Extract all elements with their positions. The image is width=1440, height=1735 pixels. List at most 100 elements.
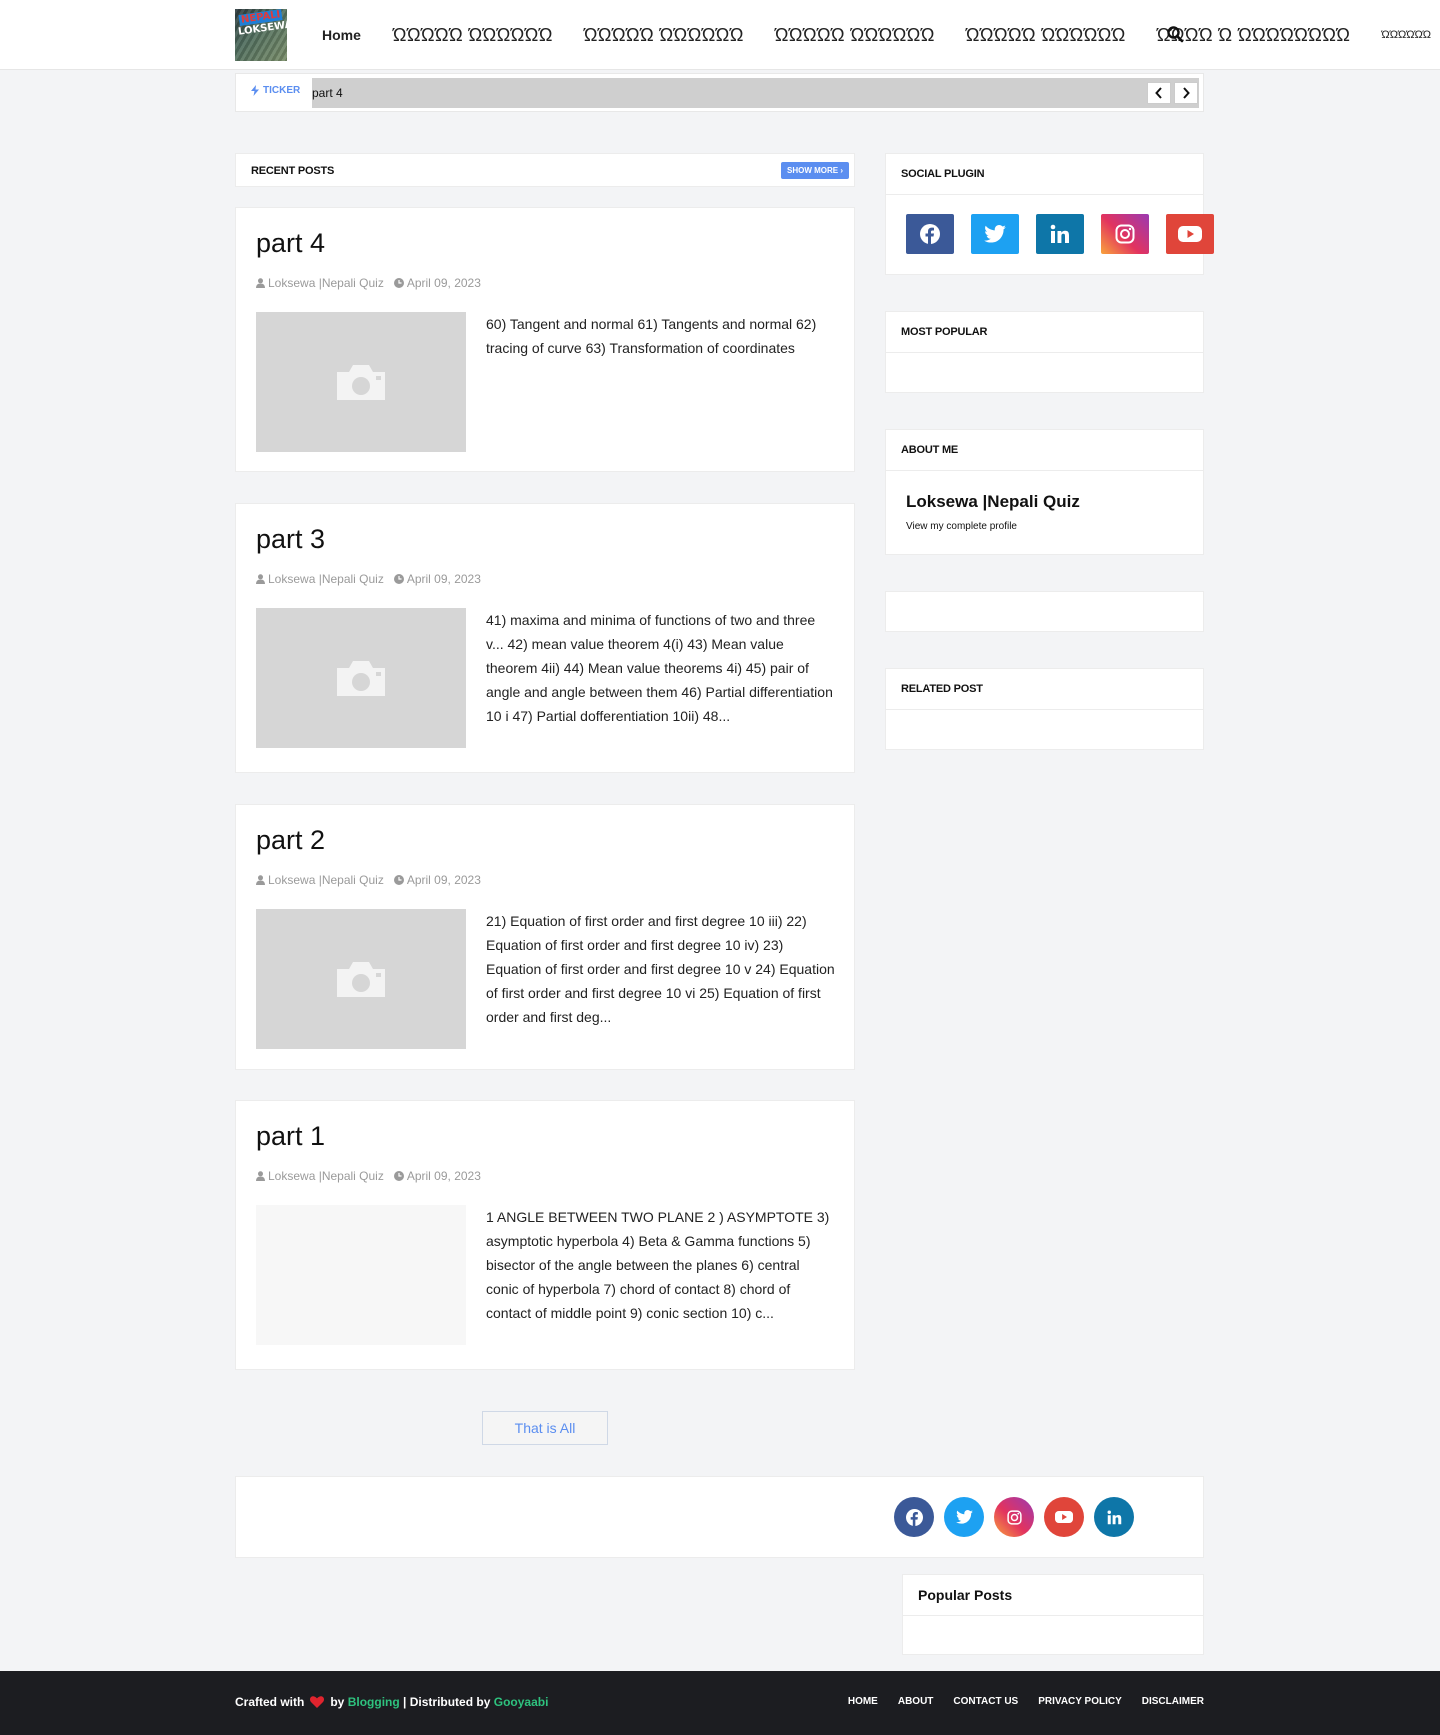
site-logo[interactable]: NEPALI LOKSEWA (235, 9, 287, 61)
post-card: part 4 Loksewa |Nepali Quiz April 09, 20… (235, 207, 855, 472)
youtube-icon (1178, 226, 1202, 242)
youtube-icon (1055, 1511, 1073, 1523)
post-meta: Loksewa |Nepali Quiz April 09, 2023 (256, 1169, 481, 1183)
post-author[interactable]: Loksewa |Nepali Quiz (268, 276, 384, 290)
facebook-button[interactable] (906, 214, 954, 254)
post-title[interactable]: part 3 (256, 524, 325, 555)
post-thumbnail[interactable] (256, 312, 466, 452)
user-icon (256, 278, 265, 288)
main-nav: Home ΏΏΏΏΏ ΏΏΏΏΏΏ ΏΏΏΏΏ ΏΏΏΏΏΏ ΏΏΏΏΏ ΏΏΏ… (322, 0, 1440, 70)
post-date: April 09, 2023 (406, 1169, 481, 1183)
ticker-label-text: TICKER (263, 85, 301, 96)
nav-item-4[interactable]: ΏΏΏΏΏ ΏΏΏΏΏΏ (966, 25, 1126, 46)
camera-icon (337, 962, 385, 997)
user-icon (256, 574, 265, 584)
post-snippet: 41) maxima and minima of functions of tw… (486, 612, 833, 724)
about-me-title: ABOUT ME (901, 444, 959, 456)
profile-name[interactable]: Loksewa |Nepali Quiz (906, 492, 1080, 512)
nav-item-1[interactable]: ΏΏΏΏΏ ΏΏΏΏΏΏ (393, 25, 553, 46)
nav-item-home[interactable]: Home (322, 27, 361, 43)
that-is-all-button[interactable]: That is All (482, 1411, 608, 1445)
footer-social-band (235, 1476, 1204, 1558)
search-icon[interactable] (1166, 25, 1184, 43)
post-card: part 3 Loksewa |Nepali Quiz April 09, 20… (235, 503, 855, 773)
ticker-label: TICKER (251, 85, 300, 96)
nav-item-3[interactable]: ΏΏΏΏΏ ΏΏΏΏΏΏ (775, 25, 935, 46)
news-ticker: TICKER part 4 (235, 73, 1204, 112)
recent-posts-header: RECENT POSTS SHOW MORE › (235, 153, 855, 187)
social-plugin-widget: SOCIAL PLUGIN (885, 153, 1214, 275)
clock-icon (393, 574, 404, 584)
footer-link-privacy[interactable]: PRIVACY POLICY (1038, 1696, 1122, 1707)
post-date: April 09, 2023 (406, 276, 481, 290)
footer-links: HOME ABOUT CONTACT US PRIVACY POLICY DIS… (848, 1696, 1204, 1707)
twitter-button[interactable] (971, 214, 1019, 254)
show-more-button[interactable]: SHOW MORE › (781, 162, 849, 179)
post-title[interactable]: part 4 (256, 228, 325, 259)
recent-posts-title: RECENT POSTS (251, 165, 335, 177)
post-thumbnail[interactable] (256, 909, 466, 1049)
footer-link-home[interactable]: HOME (848, 1696, 878, 1707)
ticker-track: part 4 (312, 78, 1199, 108)
instagram-button[interactable] (1101, 214, 1149, 254)
footer-link-contact[interactable]: CONTACT US (953, 1696, 1018, 1707)
heart-icon (310, 1696, 325, 1708)
camera-icon (337, 661, 385, 696)
footer-linkedin-button[interactable] (1094, 1497, 1134, 1537)
popular-posts-title: Popular Posts (918, 1587, 1013, 1603)
bolt-icon (251, 85, 259, 96)
post-meta: Loksewa |Nepali Quiz April 09, 2023 (256, 873, 481, 887)
camera-icon (337, 365, 385, 400)
clock-icon (393, 1171, 404, 1181)
blogging-link[interactable]: Blogging (348, 1695, 400, 1709)
site-header: NEPALI LOKSEWA Home ΏΏΏΏΏ ΏΏΏΏΏΏ ΏΏΏΏΏ Ώ… (0, 0, 1440, 70)
twitter-icon (955, 1510, 973, 1524)
nav-item-6[interactable]: ΏΏΏΏΏΏ (1381, 29, 1431, 41)
facebook-icon (920, 224, 940, 244)
post-date: April 09, 2023 (406, 873, 481, 887)
social-plugin-title: SOCIAL PLUGIN (901, 168, 985, 180)
footer-instagram-button[interactable] (994, 1497, 1034, 1537)
most-popular-title: MOST POPULAR (901, 326, 988, 338)
footer-popular-posts-widget: Popular Posts (902, 1574, 1204, 1655)
chevron-left-icon (1155, 87, 1162, 99)
footer-bottom-bar: Crafted with by Blogging | Distributed b… (0, 1671, 1440, 1735)
post-title[interactable]: part 1 (256, 1121, 325, 1152)
footer-credit: Crafted with by Blogging | Distributed b… (235, 1695, 548, 1709)
twitter-icon (984, 225, 1006, 243)
post-author[interactable]: Loksewa |Nepali Quiz (268, 1169, 384, 1183)
youtube-button[interactable] (1166, 214, 1214, 254)
post-thumbnail[interactable] (256, 608, 466, 748)
crafted-with-text: Crafted with (235, 1695, 305, 1709)
post-title[interactable]: part 2 (256, 825, 325, 856)
post-snippet: 1 ANGLE BETWEEN TWO PLANE 2 ) ASYMPTOTE … (486, 1209, 830, 1321)
user-icon (256, 875, 265, 885)
post-author[interactable]: Loksewa |Nepali Quiz (268, 873, 384, 887)
footer-youtube-button[interactable] (1044, 1497, 1084, 1537)
footer-facebook-button[interactable] (894, 1497, 934, 1537)
gooyaabi-link[interactable]: Gooyaabi (494, 1695, 549, 1709)
profile-link[interactable]: View my complete profile (906, 521, 1017, 532)
footer-link-about[interactable]: ABOUT (898, 1696, 934, 1707)
linkedin-icon (1107, 1510, 1121, 1524)
post-date: April 09, 2023 (406, 572, 481, 586)
instagram-icon (1006, 1509, 1022, 1525)
ticker-item[interactable]: part 4 (312, 86, 343, 100)
most-popular-widget: MOST POPULAR (885, 311, 1204, 393)
ticker-prev-button[interactable] (1147, 82, 1171, 104)
nav-item-2[interactable]: ΏΏΏΏΏ ΏΏΏΏΏΏ (584, 25, 744, 46)
post-thumbnail[interactable] (256, 1205, 466, 1345)
footer-link-disclaimer[interactable]: DISCLAIMER (1142, 1696, 1204, 1707)
post-author[interactable]: Loksewa |Nepali Quiz (268, 572, 384, 586)
nav-item-5[interactable]: ΏΏΏΏ Ώ ΏΏΏΏΏΏΏΏ (1157, 25, 1351, 46)
footer-twitter-button[interactable] (944, 1497, 984, 1537)
related-post-title: RELATED POST (901, 683, 983, 695)
facebook-icon (905, 1508, 923, 1526)
post-meta: Loksewa |Nepali Quiz April 09, 2023 (256, 572, 481, 586)
post-card: part 1 Loksewa |Nepali Quiz April 09, 20… (235, 1100, 855, 1370)
ticker-next-button[interactable] (1174, 82, 1198, 104)
instagram-icon (1115, 224, 1135, 244)
linkedin-button[interactable] (1036, 214, 1084, 254)
related-post-widget: RELATED POST (885, 668, 1204, 750)
post-meta: Loksewa |Nepali Quiz April 09, 2023 (256, 276, 481, 290)
